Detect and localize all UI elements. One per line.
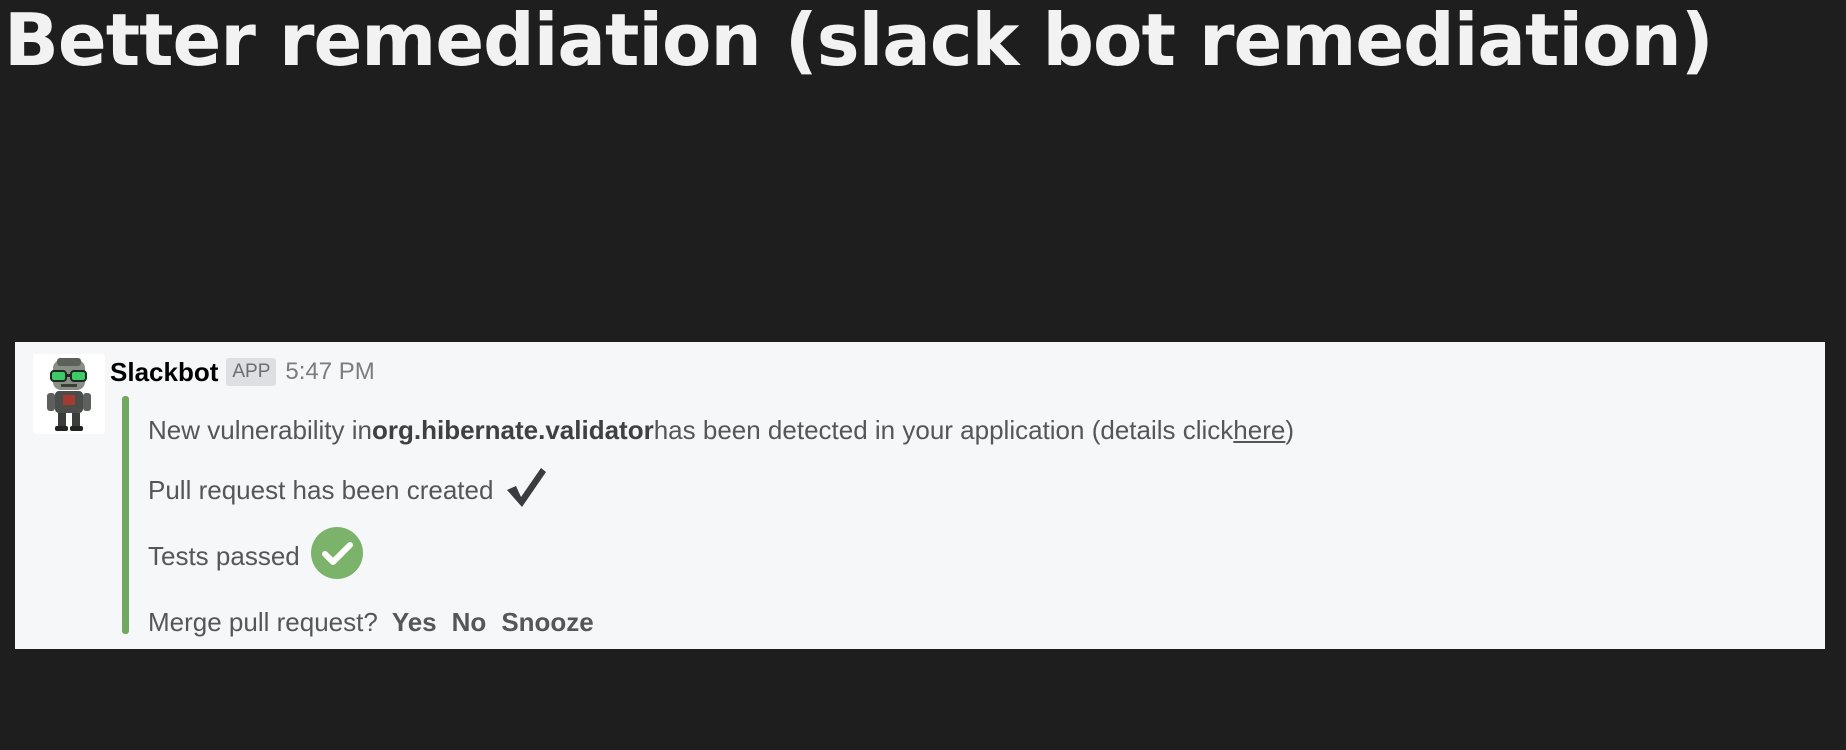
- check-circle-icon: [310, 526, 364, 587]
- yes-button[interactable]: Yes: [392, 607, 437, 638]
- page-title: Better remediation (slack bot remediatio…: [4, 0, 1714, 82]
- checkmark-icon: [503, 464, 549, 517]
- tests-line: Tests passed: [148, 526, 364, 587]
- merge-line: Merge pull request? Yes No Snooze: [148, 604, 594, 640]
- vulnerability-line: New vulnerability in org.hibernate.valid…: [148, 412, 1294, 448]
- vulnerability-prefix: New vulnerability in: [148, 414, 372, 445]
- bot-avatar[interactable]: [33, 354, 105, 434]
- tests-text: Tests passed: [148, 540, 300, 571]
- merge-question: Merge pull request?: [148, 606, 378, 637]
- robot-avatar-icon: [47, 358, 91, 431]
- vulnerability-suffix: ): [1285, 414, 1295, 445]
- pull-request-line: Pull request has been created: [148, 462, 549, 518]
- message-timestamp[interactable]: 5:47 PM: [285, 358, 374, 386]
- vulnerability-middle: has been detected in your application (d…: [653, 414, 1234, 445]
- pull-request-text: Pull request has been created: [148, 474, 494, 505]
- details-link[interactable]: here: [1233, 415, 1285, 446]
- no-button[interactable]: No: [452, 607, 487, 638]
- package-name: org.hibernate.validator: [371, 414, 654, 445]
- snooze-button[interactable]: Snooze: [501, 607, 593, 638]
- sender-name[interactable]: Slackbot: [110, 357, 218, 388]
- attachment-accent-bar: [122, 396, 129, 634]
- message-header: Slackbot APP 5:47 PM: [110, 356, 375, 388]
- app-badge: APP: [226, 358, 277, 386]
- slack-message: Slackbot APP 5:47 PM New vulnerability i…: [15, 342, 1825, 649]
